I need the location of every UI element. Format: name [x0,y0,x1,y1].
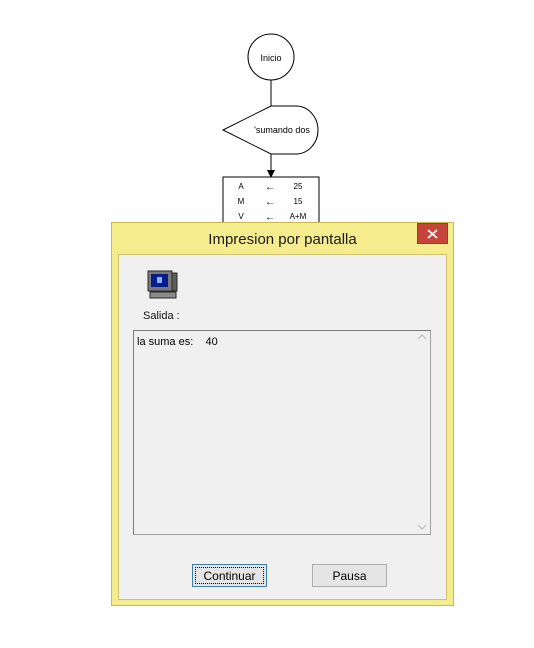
assign-value: 25 [294,182,303,191]
assign-var: M [238,197,245,206]
assign-value: 15 [294,197,303,206]
display-node-label: 'sumando dos [254,125,310,135]
output-line: la suma es: 40 [137,336,218,348]
dialog-title: Impresion por pantalla [208,231,357,248]
close-button[interactable] [417,223,448,244]
start-node-label: Inicio [260,53,281,63]
display-node[interactable]: 'sumando dos [221,105,319,155]
dialog-title-bar[interactable]: Impresion por pantalla [112,223,453,255]
start-node[interactable]: Inicio [247,33,295,81]
scroll-up-arrow-icon[interactable] [417,333,427,341]
close-icon [427,229,438,239]
assign-value: A+M [290,212,307,221]
continue-button[interactable]: Continuar [192,564,267,587]
computer-monitor-icon [147,270,178,299]
assign-var: A [238,182,244,191]
pause-button[interactable]: Pausa [312,564,387,587]
output-dialog: Impresion por pantalla Salida : la suma … [111,222,454,606]
salida-label: Salida : [143,310,180,322]
dialog-client-area: Salida : la suma es: 40 Continuar Pausa [118,254,447,600]
assign-arrow-icon: ← [265,197,275,208]
output-text-area[interactable]: la suma es: 40 [133,330,431,535]
scroll-down-arrow-icon[interactable] [417,523,427,531]
vertical-scrollbar[interactable] [414,331,430,534]
assign-var: V [238,212,244,221]
assignment-node[interactable]: A ← 25 M ← 15 V ← A+M [222,176,320,228]
assign-arrow-icon: ← [265,182,275,193]
